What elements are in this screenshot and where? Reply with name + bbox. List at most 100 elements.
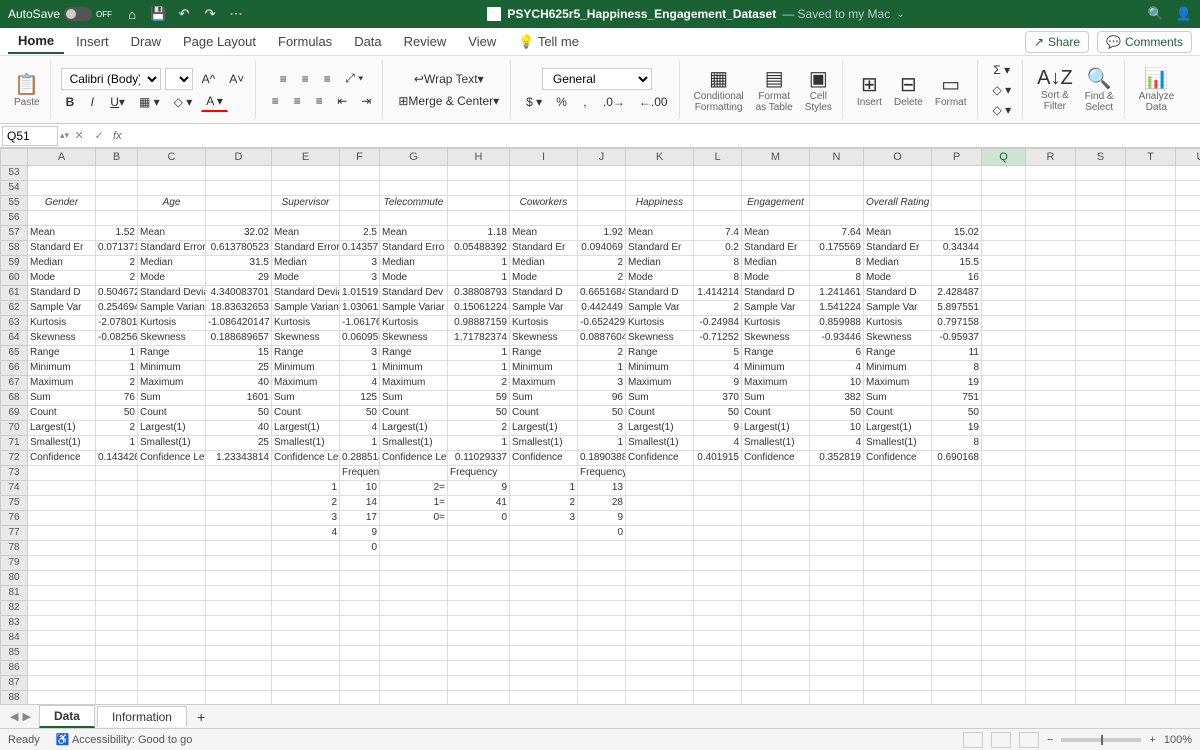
cell-M68[interactable]: Sum — [742, 391, 810, 406]
cell-M53[interactable] — [742, 166, 810, 181]
fill-button[interactable]: ◇ ▾ — [988, 80, 1017, 100]
cell-M84[interactable] — [742, 631, 810, 646]
cell-Q80[interactable] — [982, 571, 1026, 586]
cell-R59[interactable] — [1026, 256, 1076, 271]
increase-font-button[interactable]: A^ — [197, 69, 221, 89]
view-normal-button[interactable] — [963, 732, 983, 748]
cell-J61[interactable]: 0.6651684 — [578, 286, 626, 301]
cell-U76[interactable] — [1176, 511, 1200, 526]
cell-T87[interactable] — [1126, 676, 1176, 691]
cell-F76[interactable]: 17 — [340, 511, 380, 526]
cell-O56[interactable] — [864, 211, 932, 226]
cell-S88[interactable] — [1076, 691, 1126, 704]
cell-L80[interactable] — [694, 571, 742, 586]
cell-E62[interactable]: Sample Varian — [272, 301, 340, 316]
cell-R62[interactable] — [1026, 301, 1076, 316]
cell-N70[interactable]: 10 — [810, 421, 864, 436]
cell-C83[interactable] — [138, 616, 206, 631]
cell-F69[interactable]: 50 — [340, 406, 380, 421]
spreadsheet-grid[interactable]: ABCDEFGHIJKLMNOPQRSTUVWXY535455GenderAge… — [0, 148, 1200, 704]
cell-Q74[interactable] — [982, 481, 1026, 496]
cell-H87[interactable] — [448, 676, 510, 691]
cell-F54[interactable] — [340, 181, 380, 196]
cell-C72[interactable]: Confidence Lev — [138, 451, 206, 466]
cell-M62[interactable]: Sample Var — [742, 301, 810, 316]
cell-T58[interactable] — [1126, 241, 1176, 256]
cell-J65[interactable]: 2 — [578, 346, 626, 361]
cell-P53[interactable] — [932, 166, 982, 181]
cell-S60[interactable] — [1076, 271, 1126, 286]
cell-P76[interactable] — [932, 511, 982, 526]
cell-P74[interactable] — [932, 481, 982, 496]
cell-M70[interactable]: Largest(1) — [742, 421, 810, 436]
cell-M69[interactable]: Count — [742, 406, 810, 421]
row-header-69[interactable]: 69 — [0, 406, 28, 421]
cell-B63[interactable]: -2.07801 — [96, 316, 138, 331]
cell-Q82[interactable] — [982, 601, 1026, 616]
cell-O66[interactable]: Minimum — [864, 361, 932, 376]
row-header-88[interactable]: 88 — [0, 691, 28, 704]
cell-U88[interactable] — [1176, 691, 1200, 704]
cell-J56[interactable] — [578, 211, 626, 226]
cell-J82[interactable] — [578, 601, 626, 616]
cell-Q61[interactable] — [982, 286, 1026, 301]
cell-K59[interactable]: Median — [626, 256, 694, 271]
decrease-font-button[interactable]: A˅ — [224, 69, 249, 89]
cell-H68[interactable]: 59 — [448, 391, 510, 406]
cell-T64[interactable] — [1126, 331, 1176, 346]
cell-L71[interactable]: 4 — [694, 436, 742, 451]
cell-H58[interactable]: 0.05488392 — [448, 241, 510, 256]
fx-icon[interactable]: fx — [109, 130, 126, 142]
cell-F63[interactable]: -1.061767 — [340, 316, 380, 331]
cell-P58[interactable]: 0.34344 — [932, 241, 982, 256]
cell-R73[interactable] — [1026, 466, 1076, 481]
cell-P70[interactable]: 19 — [932, 421, 982, 436]
cell-P79[interactable] — [932, 556, 982, 571]
cell-Q55[interactable] — [982, 196, 1026, 211]
cell-K69[interactable]: Count — [626, 406, 694, 421]
cell-G66[interactable]: Minimum — [380, 361, 448, 376]
cell-H82[interactable] — [448, 601, 510, 616]
cell-E66[interactable]: Minimum — [272, 361, 340, 376]
cell-H65[interactable]: 1 — [448, 346, 510, 361]
delete-cells-button[interactable]: ⊟Delete — [890, 70, 927, 110]
cell-L84[interactable] — [694, 631, 742, 646]
cell-A61[interactable]: Standard D — [28, 286, 96, 301]
cell-F84[interactable] — [340, 631, 380, 646]
cell-A73[interactable] — [28, 466, 96, 481]
cell-I88[interactable] — [510, 691, 578, 704]
cell-T61[interactable] — [1126, 286, 1176, 301]
cell-L55[interactable] — [694, 196, 742, 211]
cell-S82[interactable] — [1076, 601, 1126, 616]
cell-R80[interactable] — [1026, 571, 1076, 586]
cell-C85[interactable] — [138, 646, 206, 661]
cell-H54[interactable] — [448, 181, 510, 196]
cell-E70[interactable]: Largest(1) — [272, 421, 340, 436]
cell-G80[interactable] — [380, 571, 448, 586]
cell-T86[interactable] — [1126, 661, 1176, 676]
cell-O88[interactable] — [864, 691, 932, 704]
cell-T54[interactable] — [1126, 181, 1176, 196]
cell-N68[interactable]: 382 — [810, 391, 864, 406]
cell-C67[interactable]: Maximum — [138, 376, 206, 391]
row-header-56[interactable]: 56 — [0, 211, 28, 226]
col-header-S[interactable]: S — [1076, 148, 1126, 166]
cell-A74[interactable] — [28, 481, 96, 496]
cell-K63[interactable]: Kurtosis — [626, 316, 694, 331]
cell-C87[interactable] — [138, 676, 206, 691]
cell-D64[interactable]: 0.188689657 — [206, 331, 272, 346]
cell-M57[interactable]: Mean — [742, 226, 810, 241]
cell-I57[interactable]: Mean — [510, 226, 578, 241]
cell-P86[interactable] — [932, 661, 982, 676]
comments-button[interactable]: 💬 Comments — [1097, 31, 1192, 53]
cell-J68[interactable]: 96 — [578, 391, 626, 406]
cell-N85[interactable] — [810, 646, 864, 661]
cell-R84[interactable] — [1026, 631, 1076, 646]
cell-K79[interactable] — [626, 556, 694, 571]
cell-A84[interactable] — [28, 631, 96, 646]
cell-S59[interactable] — [1076, 256, 1126, 271]
cell-P64[interactable]: -0.95937 — [932, 331, 982, 346]
cell-N56[interactable] — [810, 211, 864, 226]
cell-A76[interactable] — [28, 511, 96, 526]
cell-T62[interactable] — [1126, 301, 1176, 316]
